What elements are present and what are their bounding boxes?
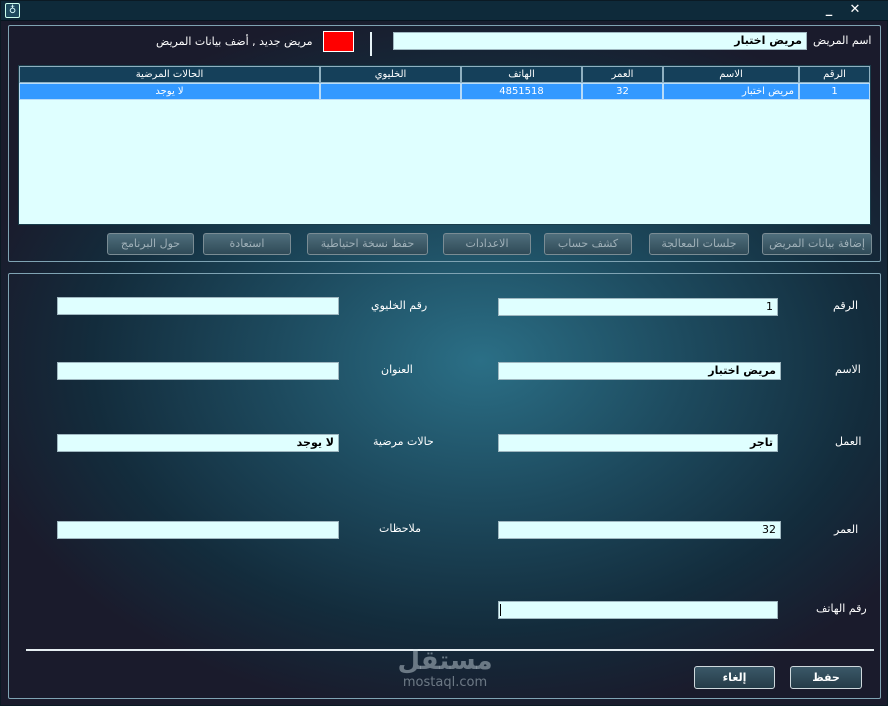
settings-button[interactable]: الاعدادات — [443, 233, 531, 255]
about-button[interactable]: حول البرنامج — [107, 233, 194, 255]
patient-name-search-label: اسم المريض — [813, 34, 872, 47]
save-button[interactable]: حفظ — [790, 666, 862, 689]
conditions-field[interactable]: لا يوجد — [57, 434, 339, 452]
app-window: ♁ _ ✕ اسم المريض مريض اختبار مريض جديد ,… — [0, 0, 888, 706]
tooth-icon: ♁ — [5, 3, 20, 18]
column-header-mobile[interactable]: الخليوي — [320, 66, 461, 83]
close-button[interactable]: ✕ — [846, 2, 864, 19]
restore-button[interactable]: استعادة — [203, 233, 291, 255]
notes-field[interactable] — [57, 521, 339, 539]
age-field[interactable]: 32 — [498, 521, 781, 539]
new-patient-hint: مريض جديد , أضف بيانات المريض — [156, 35, 313, 48]
number-field[interactable]: 1 — [498, 298, 778, 316]
patient-name-search-input[interactable]: مريض اختبار — [393, 32, 807, 50]
cell-mobile — [320, 83, 461, 100]
mobile-field[interactable] — [57, 297, 339, 315]
conditions-label: حالات مرضية — [373, 435, 434, 448]
cell-number: 1 — [799, 83, 870, 100]
treatment-sessions-button[interactable]: جلسات المعالجة — [649, 233, 749, 255]
mobile-label: رقم الخليوي — [371, 299, 428, 312]
column-header-phone[interactable]: الهاتف — [461, 66, 582, 83]
name-label: الاسم — [835, 363, 861, 376]
patient-details-panel — [8, 273, 881, 699]
text-caret — [500, 604, 501, 616]
number-label: الرقم — [833, 299, 859, 312]
table-row[interactable]: 1 مريض اختبار 32 4851518 لا يوجد — [19, 83, 870, 100]
name-field[interactable]: مريض اختبار — [498, 362, 781, 380]
minimize-button[interactable]: _ — [820, 2, 838, 19]
cell-age: 32 — [582, 83, 663, 100]
job-field[interactable]: تاجر — [498, 434, 778, 452]
column-header-conditions[interactable]: الحالات المرضية — [19, 66, 320, 83]
cell-conditions: لا يوجد — [19, 83, 320, 100]
address-label: العنوان — [381, 363, 413, 376]
phone-field[interactable] — [498, 601, 778, 619]
column-header-age[interactable]: العمر — [582, 66, 663, 83]
separator — [370, 32, 372, 56]
mostaql-url: mostaql.com — [402, 675, 488, 690]
patients-table[interactable]: الرقم الاسم العمر الهاتف الخليوي الحالات… — [18, 65, 871, 225]
notes-label: ملاحظات — [379, 522, 421, 535]
age-label: العمر — [834, 523, 859, 536]
address-field[interactable] — [57, 362, 339, 380]
add-patient-data-button[interactable]: إضافة بيانات المريض — [762, 233, 872, 255]
phone-label: رقم الهاتف — [816, 602, 867, 615]
cell-name: مريض اختبار — [663, 83, 799, 100]
cancel-button[interactable]: إلغاء — [694, 666, 775, 689]
mostaql-watermark: مستقل mostaql.com — [389, 646, 501, 690]
account-statement-button[interactable]: كشف حساب — [544, 233, 632, 255]
cell-phone: 4851518 — [461, 83, 582, 100]
column-header-number[interactable]: الرقم — [799, 66, 870, 83]
mostaql-logo-text: مستقل — [397, 646, 493, 676]
table-header: الرقم الاسم العمر الهاتف الخليوي الحالات… — [19, 66, 870, 83]
job-label: العمل — [835, 435, 862, 448]
new-patient-indicator[interactable] — [323, 31, 354, 52]
title-bar: ♁ _ ✕ — [1, 1, 888, 21]
column-header-name[interactable]: الاسم — [663, 66, 799, 83]
backup-button[interactable]: حفظ نسخة احتياطية — [307, 233, 428, 255]
